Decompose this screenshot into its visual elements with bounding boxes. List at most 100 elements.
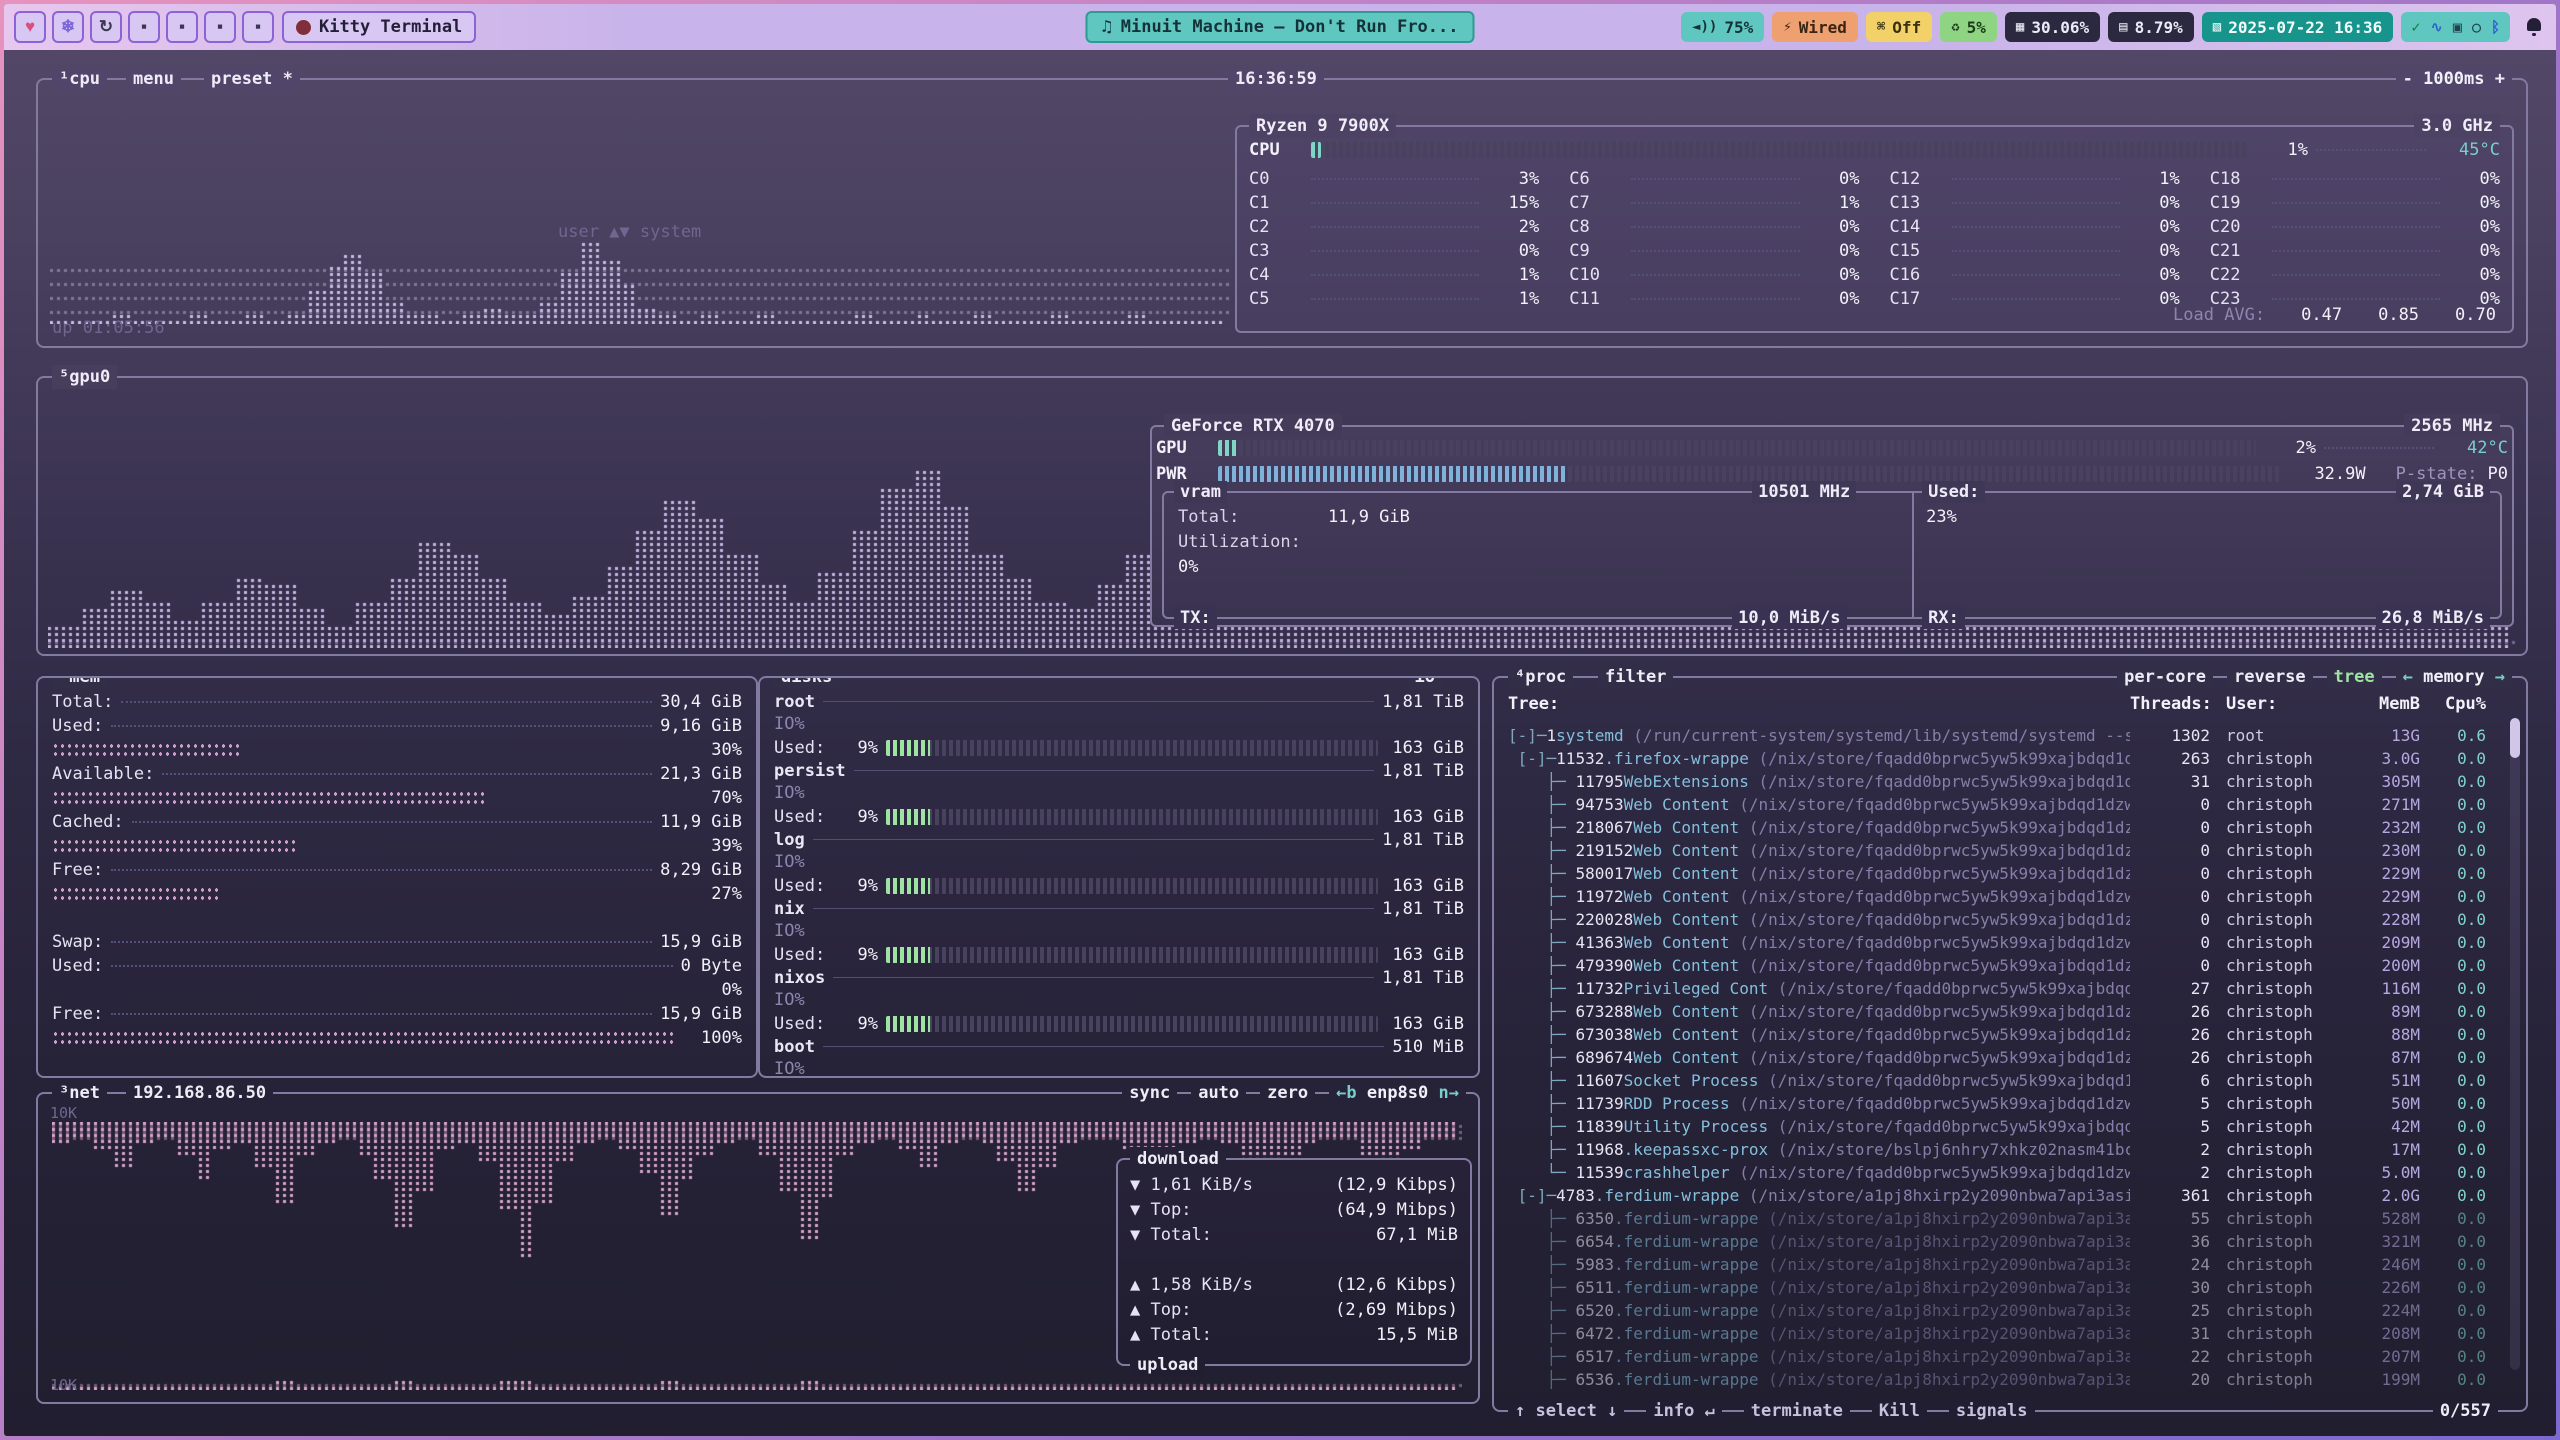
- core-row: C8 0%: [1569, 215, 1859, 239]
- process-row[interactable]: ├─ 11972Web Content (/nix/store/fqadd0bp…: [1508, 885, 2486, 908]
- status-chip[interactable]: ▤ 8.79%: [2108, 12, 2194, 42]
- process-row[interactable]: └─ 11539crashhelper (/nix/store/fqadd0bp…: [1508, 1161, 2486, 1184]
- process-row[interactable]: ├─ 673038Web Content (/nix/store/fqadd0b…: [1508, 1023, 2486, 1046]
- sort-column-switcher[interactable]: ← memory →: [2396, 665, 2512, 689]
- status-chip[interactable]: ▧ 2025-07-22 16:36: [2202, 12, 2394, 42]
- process-row[interactable]: ├─ 5983.ferdium-wrappe (/nix/store/a1pj8…: [1508, 1253, 2486, 1276]
- interval-plus-button[interactable]: +: [2485, 69, 2505, 89]
- header-user[interactable]: User:: [2210, 694, 2340, 714]
- tray-icon[interactable]: ▣: [2453, 18, 2462, 36]
- process-scrollbar[interactable]: [2510, 718, 2520, 1370]
- process-footer-button[interactable]: terminate: [1744, 1399, 1850, 1423]
- process-row[interactable]: ├─ 11795WebExtensions (/nix/store/fqadd0…: [1508, 770, 2486, 793]
- process-row[interactable]: ├─ 11739RDD Process (/nix/store/fqadd0bp…: [1508, 1092, 2486, 1115]
- process-row[interactable]: ├─ 219152Web Content (/nix/store/fqadd0b…: [1508, 839, 2486, 862]
- tree-toggle[interactable]: tree: [2327, 665, 2382, 689]
- tray-icon[interactable]: ✓: [2411, 18, 2420, 36]
- sort-next-icon[interactable]: →: [2495, 667, 2505, 687]
- process-row[interactable]: ├─ 6511.ferdium-wrappe (/nix/store/a1pj8…: [1508, 1276, 2486, 1299]
- iface-next-icon[interactable]: n→: [1439, 1083, 1459, 1103]
- music-player-button[interactable]: ♫ Minuit Machine – Don't Run Fro...: [1085, 11, 1474, 43]
- process-row[interactable]: ├─ 6517.ferdium-wrappe (/nix/store/a1pj8…: [1508, 1345, 2486, 1368]
- process-row[interactable]: ├─ 11607Socket Process (/nix/store/fqadd…: [1508, 1069, 2486, 1092]
- process-row[interactable]: ├─ 11968.keepassxc-prox (/nix/store/bslp…: [1508, 1138, 2486, 1161]
- process-row[interactable]: ├─ 6472.ferdium-wrappe (/nix/store/a1pj8…: [1508, 1322, 2486, 1345]
- process-row[interactable]: ├─ 479390Web Content (/nix/store/fqadd0b…: [1508, 954, 2486, 977]
- process-row[interactable]: [-]─11532.firefox-wrappe (/nix/store/fqa…: [1508, 747, 2486, 770]
- memory-row-label: Free:: [52, 1004, 103, 1024]
- memory-row-value: 8,29 GiB: [660, 860, 742, 880]
- disk-size: 1,81 TiB: [1382, 692, 1464, 712]
- interval-minus-button[interactable]: -: [2403, 69, 2423, 89]
- process-row[interactable]: ├─ 218067Web Content (/nix/store/fqadd0b…: [1508, 816, 2486, 839]
- tray-icon[interactable]: ᛒ: [2491, 18, 2500, 36]
- process-panel-tab[interactable]: ⁴proc: [1508, 665, 1573, 689]
- gpu-panel-tab[interactable]: ⁵gpu0: [52, 365, 117, 389]
- process-row[interactable]: ├─ 6536.ferdium-wrappe (/nix/store/a1pj8…: [1508, 1368, 2486, 1391]
- process-footer-button[interactable]: ↑ select ↓: [1508, 1399, 1624, 1423]
- per-core-toggle[interactable]: per-core: [2117, 665, 2213, 689]
- filter-tab[interactable]: filter: [1598, 665, 1673, 689]
- cpu-panel-tab[interactable]: ¹cpu: [52, 67, 107, 91]
- status-chip[interactable]: ♻ 5%: [1940, 12, 1997, 42]
- header-cpu[interactable]: Cpu%: [2420, 694, 2486, 714]
- process-name: Privileged Cont: [1624, 979, 1769, 998]
- process-row[interactable]: ├─ 220028Web Content (/nix/store/fqadd0b…: [1508, 908, 2486, 931]
- process-row[interactable]: ├─ 580017Web Content (/nix/store/fqadd0b…: [1508, 862, 2486, 885]
- process-footer-button[interactable]: signals: [1949, 1399, 2035, 1423]
- header-threads[interactable]: Threads:: [2130, 694, 2210, 714]
- disk-size: 510 MiB: [1392, 1037, 1464, 1057]
- header-tree[interactable]: Tree:: [1508, 694, 2130, 714]
- reverse-toggle[interactable]: reverse: [2227, 665, 2313, 689]
- download-tab[interactable]: download: [1130, 1147, 1226, 1171]
- iface-prev-icon[interactable]: ←b: [1336, 1083, 1356, 1103]
- header-mem[interactable]: MemB: [2340, 694, 2420, 714]
- network-panel-tab[interactable]: ³net: [52, 1081, 107, 1105]
- disks-panel-tab[interactable]: disks: [774, 676, 839, 689]
- status-chip[interactable]: ⌘ Off: [1866, 12, 1932, 42]
- vram-tab[interactable]: vram: [1174, 481, 1227, 503]
- process-row[interactable]: [-]─4783.ferdium-wrappe (/nix/store/a1pj…: [1508, 1184, 2486, 1207]
- iface-switcher[interactable]: ←b enp8s0 n→: [1329, 1081, 1466, 1105]
- process-footer-button[interactable]: info ↵: [1646, 1399, 1721, 1423]
- upload-tab[interactable]: upload: [1130, 1353, 1205, 1377]
- process-row[interactable]: ├─ 6654.ferdium-wrappe (/nix/store/a1pj8…: [1508, 1230, 2486, 1253]
- launcher-button[interactable]: ▪: [166, 11, 198, 43]
- process-pid: 11795: [1575, 772, 1623, 791]
- core-grid: C0 3% C1 15% C2: [1249, 167, 2500, 311]
- process-cpu: 0.0: [2420, 887, 2486, 906]
- process-row[interactable]: ├─ 673288Web Content (/nix/store/fqadd0b…: [1508, 1000, 2486, 1023]
- status-chip[interactable]: ▦ 30.06%: [2005, 12, 2100, 42]
- process-row[interactable]: ├─ 94753Web Content (/nix/store/fqadd0bp…: [1508, 793, 2486, 816]
- process-row[interactable]: ├─ 6520.ferdium-wrappe (/nix/store/a1pj8…: [1508, 1299, 2486, 1322]
- process-row[interactable]: ├─ 11732Privileged Cont (/nix/store/fqad…: [1508, 977, 2486, 1000]
- sort-prev-icon[interactable]: ←: [2403, 667, 2413, 687]
- launcher-button[interactable]: ▪: [128, 11, 160, 43]
- process-row[interactable]: ├─ 6350.ferdium-wrappe (/nix/store/a1pj8…: [1508, 1207, 2486, 1230]
- process-threads: 6: [2130, 1071, 2210, 1090]
- io-tab[interactable]: io: [1408, 676, 1442, 689]
- process-row[interactable]: [-]─1systemd (/run/current-system/system…: [1508, 724, 2486, 747]
- process-footer-button[interactable]: Kill: [1872, 1399, 1927, 1423]
- tray-icon[interactable]: ∿: [2430, 18, 2443, 36]
- launcher-button[interactable]: ↻: [90, 11, 122, 43]
- process-row[interactable]: ├─ 41363Web Content (/nix/store/fqadd0bp…: [1508, 931, 2486, 954]
- menu-tab[interactable]: menu: [126, 67, 181, 91]
- memory-panel-tab[interactable]: ²mem: [52, 676, 107, 689]
- auto-tab[interactable]: auto: [1191, 1081, 1246, 1105]
- kitty-terminal-button[interactable]: Kitty Terminal: [282, 11, 476, 43]
- process-scrollbar-thumb[interactable]: [2510, 718, 2520, 758]
- zero-tab[interactable]: zero: [1260, 1081, 1315, 1105]
- tray-icon[interactable]: ○: [2472, 18, 2481, 36]
- process-row[interactable]: ├─ 689674Web Content (/nix/store/fqadd0b…: [1508, 1046, 2486, 1069]
- status-chip[interactable]: ⚡ Wired: [1772, 12, 1858, 42]
- launcher-button[interactable]: ▪: [242, 11, 274, 43]
- status-chip[interactable]: ◄)) 75%: [1681, 12, 1764, 42]
- launcher-button[interactable]: ❄: [52, 11, 84, 43]
- process-row[interactable]: ├─ 11839Utility Process (/nix/store/fqad…: [1508, 1115, 2486, 1138]
- sync-tab[interactable]: sync: [1122, 1081, 1177, 1105]
- launcher-button[interactable]: ♥: [14, 11, 46, 43]
- notification-bell-icon[interactable]: [2522, 15, 2546, 39]
- preset-tab[interactable]: preset *: [204, 67, 300, 91]
- launcher-button[interactable]: ▪: [204, 11, 236, 43]
